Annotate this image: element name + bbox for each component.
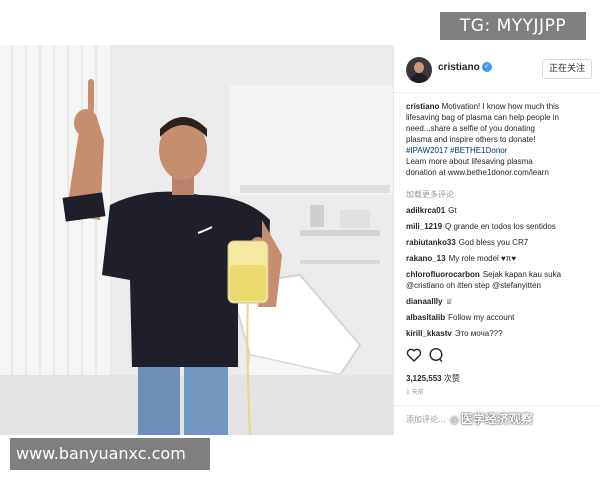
comment-text: My role model ♥π♥ — [448, 254, 517, 263]
comment-user[interactable]: chlorofluorocarbon — [406, 270, 480, 279]
comment-user[interactable]: albasitalib — [406, 313, 445, 322]
watermark-text: 医学经济观察 — [460, 412, 533, 426]
comment-user[interactable]: adilkrca01 — [406, 206, 445, 215]
post-timestamp: 1 天前 — [406, 389, 424, 396]
comment-item: rabiutanko33 God bless you CR7 — [406, 237, 596, 248]
avatar-face — [414, 62, 424, 73]
add-comment-input[interactable]: 添加评论... — [406, 414, 446, 425]
caption-text: Motivation! I know how much this — [441, 102, 559, 111]
caption-line-4: plasma and inspire others to donate! — [406, 135, 536, 144]
comment-item: adilkrca01 Gt — [406, 205, 596, 216]
comment-item: mili_1219 Q grande en todos los sentidos — [406, 221, 596, 232]
caption-line-6: Learn more about lifesaving plasma — [406, 157, 533, 166]
heart-icon[interactable] — [406, 347, 422, 363]
post-header: cristiano ✓ 正在关注 — [394, 45, 600, 93]
comment-text: ♕ — [445, 297, 453, 306]
comment-list: adilkrca01 Gt mili_1219 Q grande en todos … — [406, 205, 596, 344]
avatar[interactable] — [406, 57, 432, 83]
comment-text-continued: @cristiano oh itten step @stefanyitten — [406, 281, 541, 290]
like-count-number: 3,125,553 — [406, 374, 442, 383]
caption-line-3: need...share a selfie of you donating — [406, 124, 535, 133]
caption-hashtags[interactable]: #IPAW2017 #BETHE1Donor — [406, 145, 592, 156]
like-count-unit: 次赞 — [443, 374, 460, 383]
comment-item: albasitalib Follow my account — [406, 312, 596, 323]
add-comment-bar: 添加评论... ◎ 医学经济观察 — [394, 405, 600, 435]
comment-text: Q grande en todos los sentidos — [445, 222, 556, 231]
load-more-comments-link[interactable]: 加载更多评论 — [406, 189, 454, 200]
comment-text: Sejak kapan kau suka — [482, 270, 562, 279]
comment-text: Follow my account — [448, 313, 515, 322]
comment-item: chlorofluorocarbon Sejak kapan kau suka @c… — [406, 269, 596, 291]
verified-badge-icon: ✓ — [482, 62, 492, 72]
post-caption: cristiano Motivation! I know how much th… — [406, 101, 592, 178]
comment-user[interactable]: rabiutanko33 — [406, 238, 456, 247]
comment-item: rakano_13 My role model ♥π♥ — [406, 253, 596, 264]
comment-icon[interactable] — [428, 347, 444, 363]
telegram-tag-overlay: TG: MYYJJPP — [440, 12, 586, 40]
website-overlay: www.banyuanxc.com — [10, 438, 210, 470]
avatar-body — [410, 73, 428, 83]
comment-user[interactable]: rakano_13 — [406, 254, 446, 263]
wechat-watermark: ◎ 医学经济观察 — [450, 410, 533, 427]
comment-user[interactable]: mili_1219 — [406, 222, 442, 231]
comment-text: Gt — [448, 206, 457, 215]
wechat-icon: ◎ — [450, 415, 459, 426]
comment-text: Это моча??? — [454, 329, 503, 338]
following-button[interactable]: 正在关注 — [542, 59, 592, 79]
post-actions — [406, 347, 586, 367]
caption-line-2: lifesaving bag of plasma can help people… — [406, 113, 559, 122]
photo-illustration — [0, 45, 393, 435]
username[interactable]: cristiano — [438, 62, 480, 73]
caption-line-7: donation at www.bethe1donor.com/learn — [406, 168, 549, 177]
comment-text: God bless you CR7 — [458, 238, 529, 247]
post-sidebar: cristiano ✓ 正在关注 cristiano Motivation! I… — [393, 45, 600, 435]
post-photo[interactable] — [0, 45, 393, 435]
caption-line-1: cristiano Motivation! I know how much th… — [406, 101, 592, 112]
like-count[interactable]: 3,125,553 次赞 — [406, 373, 460, 384]
comment-user[interactable]: dianaallly — [406, 297, 442, 306]
instagram-post: cristiano ✓ 正在关注 cristiano Motivation! I… — [0, 45, 600, 435]
comment-item: kirill_kkastv Это моча??? — [406, 328, 596, 339]
comment-user[interactable]: kirill_kkastv — [406, 329, 452, 338]
comment-item: dianaallly ♕ — [406, 296, 596, 307]
caption-author[interactable]: cristiano — [406, 102, 439, 111]
